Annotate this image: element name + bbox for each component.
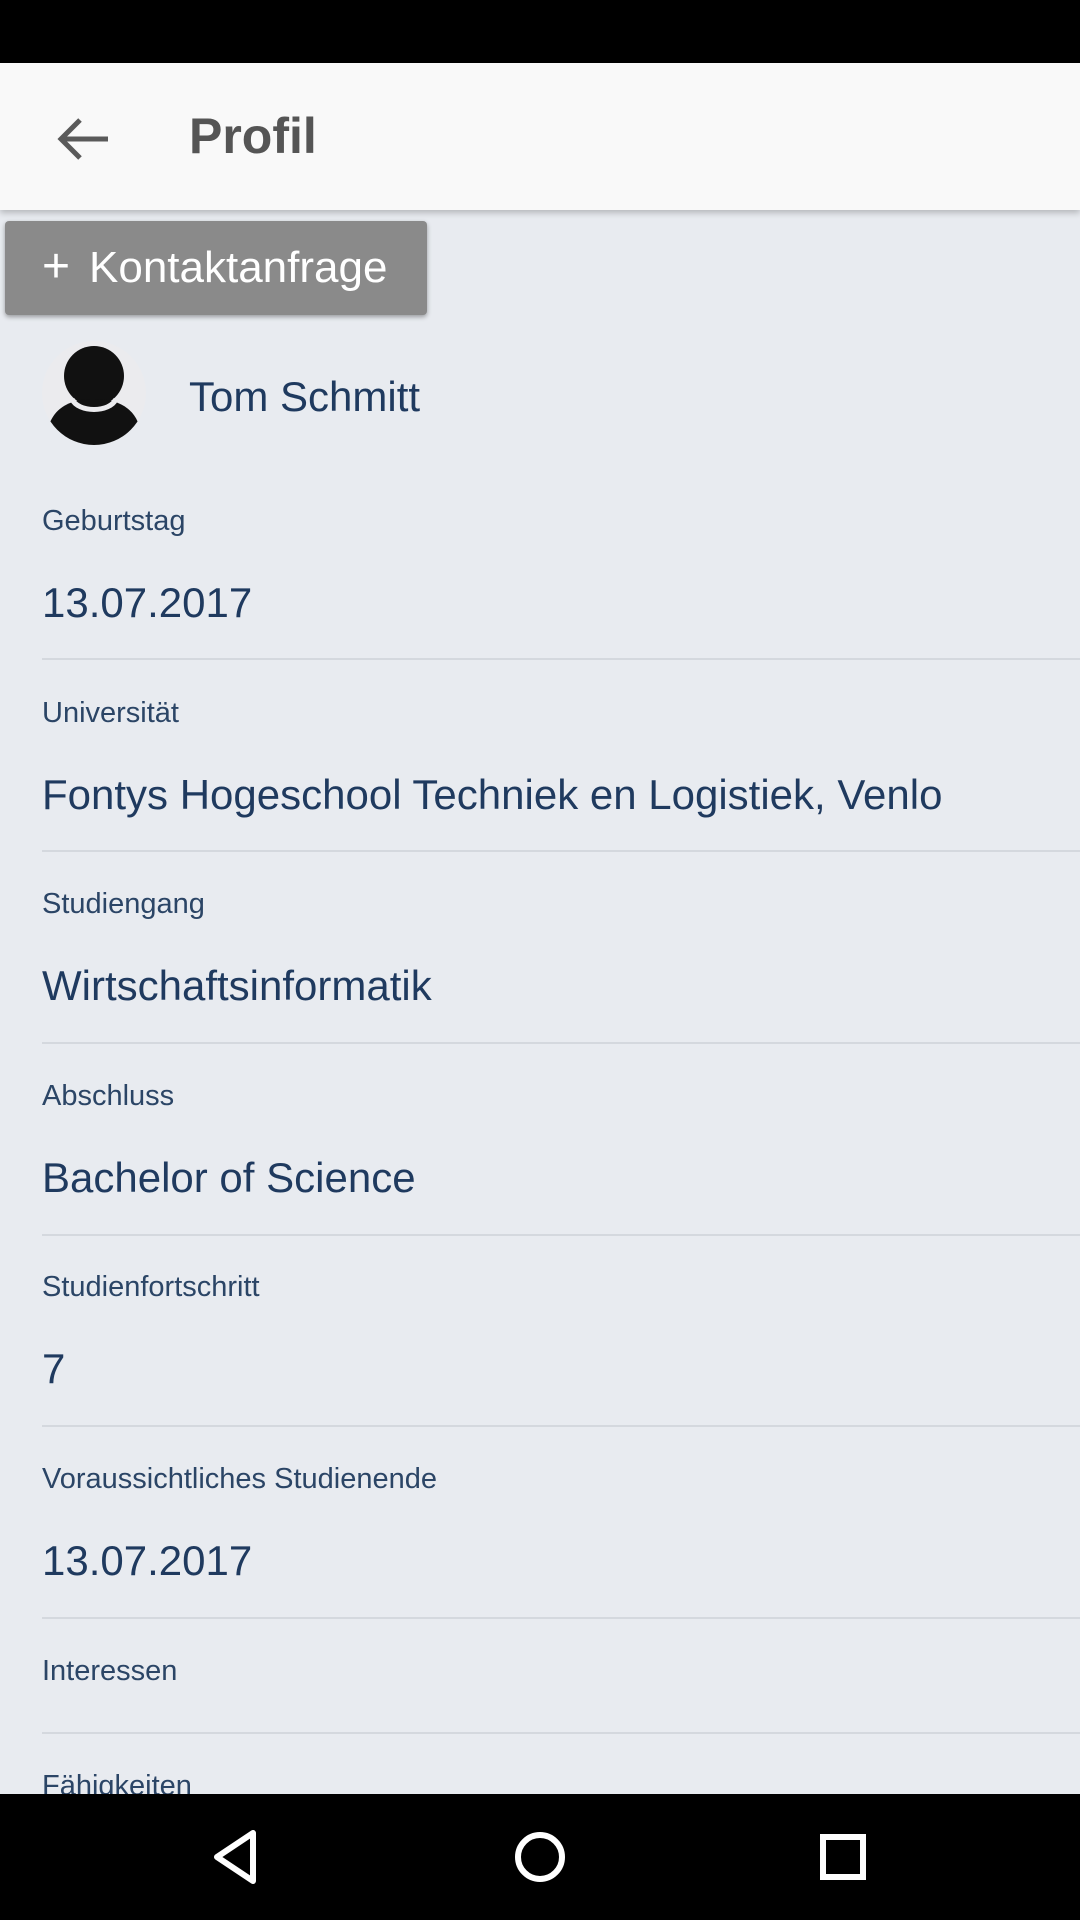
nav-recents-square-icon — [820, 1834, 866, 1880]
nav-back-triangle-icon — [214, 1830, 256, 1884]
contact-request-label: Kontaktanfrage — [89, 243, 388, 292]
nav-back-button[interactable] — [203, 1823, 271, 1891]
field-value: Fontys Hogeschool Techniek en Logistiek,… — [42, 771, 943, 818]
back-button[interactable] — [42, 103, 126, 175]
avatar — [42, 341, 146, 445]
field-label: Universität — [42, 697, 179, 729]
page-title: Profil — [189, 108, 317, 164]
divider — [42, 1425, 1080, 1427]
field-label: Interessen — [42, 1655, 178, 1687]
field-label: Fähigkeiten — [42, 1770, 192, 1794]
app-bar: Profil — [0, 63, 1080, 210]
divider — [42, 658, 1080, 660]
field-value: Wirtschaftsinformatik — [42, 962, 432, 1009]
nav-home-button[interactable] — [506, 1823, 574, 1891]
field-label: Abschluss — [42, 1080, 175, 1112]
user-name: Tom Schmitt — [189, 373, 421, 420]
plus-icon: + — [42, 240, 71, 293]
profile-content[interactable]: + Kontaktanfrage Tom Schmitt Geburtstag … — [0, 210, 1080, 1794]
field-label: Studienfortschritt — [42, 1271, 260, 1303]
divider — [42, 1042, 1080, 1044]
navigation-bar — [0, 1794, 1080, 1920]
field-label: Geburtstag — [42, 505, 186, 537]
field-value: 13.07.2017 — [42, 579, 253, 626]
divider — [42, 1732, 1080, 1734]
divider — [42, 850, 1080, 852]
arrow-back-icon — [57, 118, 108, 160]
divider — [42, 1617, 1080, 1619]
status-bar — [0, 0, 1080, 63]
field-value: 7 — [42, 1345, 66, 1392]
field-value: Bachelor of Science — [42, 1154, 416, 1201]
field-label: Studiengang — [42, 888, 205, 920]
field-value: 13.07.2017 — [42, 1537, 253, 1584]
person-avatar-icon — [46, 346, 142, 445]
nav-home-circle-icon — [515, 1832, 565, 1882]
field-label: Voraussichtliches Studienende — [42, 1463, 437, 1495]
divider — [42, 1234, 1080, 1236]
contact-request-button[interactable]: + Kontaktanfrage — [5, 221, 427, 315]
nav-recents-button[interactable] — [809, 1823, 877, 1891]
